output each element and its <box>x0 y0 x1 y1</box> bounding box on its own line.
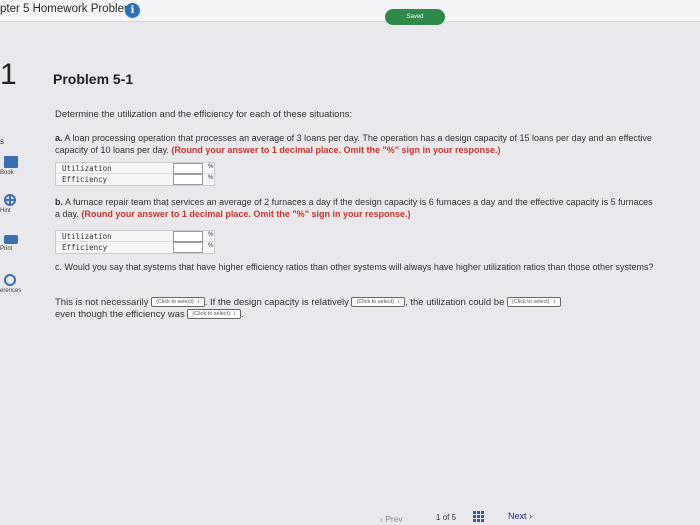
chevron-updown-icon: ↕ <box>552 299 556 306</box>
pagination-footer: ‹ Prev 1 of 5 Next › <box>370 508 570 525</box>
chevron-updown-icon: ↕ <box>196 299 200 306</box>
chevron-updown-icon: ↕ <box>397 299 401 306</box>
page-indicator: 1 of 5 <box>436 513 456 522</box>
sidebar: 1 s Book Hint Print erences <box>0 22 30 525</box>
part-b-utilization-unit: % <box>208 232 214 238</box>
problem-title: Problem 5-1 <box>53 71 134 87</box>
part-a-utilization-unit: % <box>208 164 214 170</box>
part-c-text: c. Would you say that systems that have … <box>55 262 655 274</box>
hint-icon <box>4 194 16 206</box>
part-b-letter: b. <box>55 197 63 207</box>
sidebar-item-label: Hint <box>0 208 11 214</box>
part-a-instruction: (Round your answer to 1 decimal place. O… <box>171 144 501 155</box>
part-b-utilization-input[interactable] <box>173 231 203 242</box>
sidebar-item-label: Book <box>0 170 14 176</box>
prev-label: Prev <box>385 514 403 524</box>
page-of: of <box>442 513 450 522</box>
select-placeholder: (Click to select) <box>356 299 395 306</box>
assignment-title: pter 5 Homework Problems <box>0 3 140 15</box>
saved-badge: Saved <box>385 9 445 25</box>
part-c-question: Would you say that systems that have hig… <box>64 262 654 272</box>
answer-text-4: even though the efficiency was <box>55 309 185 320</box>
part-a-letter: a. <box>55 133 63 143</box>
answer-select-2[interactable]: (Click to select) ↕ <box>351 297 406 308</box>
question-number: 1 <box>0 58 17 91</box>
page-total: 5 <box>451 513 457 522</box>
part-b-text: b. A furnace repair team that services a… <box>55 197 655 220</box>
answer-select-3[interactable]: (Click to select) ↕ <box>507 297 561 308</box>
next-button[interactable]: Next › <box>508 511 532 521</box>
sidebar-mark: s <box>0 137 4 146</box>
answer-text-1: This is not necessarily <box>55 297 149 308</box>
info-icon[interactable]: i <box>125 3 140 18</box>
header-bar: pter 5 Homework Problems i <box>0 0 700 22</box>
book-icon <box>4 156 18 168</box>
part-b-inputs <box>173 231 203 253</box>
sidebar-item-print[interactable]: Print <box>0 233 28 252</box>
part-b-efficiency-input[interactable] <box>173 242 203 253</box>
select-placeholder: (Click to select) <box>156 299 194 306</box>
part-a-inputs <box>173 163 203 185</box>
part-a-efficiency-unit: % <box>208 175 214 181</box>
page-current: 1 <box>436 513 441 522</box>
part-a-utilization-input[interactable] <box>173 163 203 174</box>
answer-text-5: . <box>240 309 244 320</box>
sidebar-item-book[interactable]: Book <box>0 156 28 176</box>
prev-button[interactable]: ‹ Prev <box>380 514 403 524</box>
answer-text-3: , the utilization could be <box>405 297 505 308</box>
part-a-text: a. A loan processing operation that proc… <box>55 133 655 156</box>
print-icon <box>4 235 18 244</box>
chevron-updown-icon: ↕ <box>232 311 236 318</box>
select-placeholder: (Click to select) <box>512 299 550 306</box>
chevron-right-icon: › <box>526 511 533 521</box>
part-c-letter: c. <box>55 262 63 272</box>
sidebar-item-label: Print <box>0 246 13 252</box>
answer-text-2: . If the design capacity is relatively <box>204 297 349 308</box>
next-label: Next <box>508 511 527 521</box>
sidebar-item-references[interactable]: erences <box>0 274 28 294</box>
sidebar-item-hint[interactable]: Hint <box>0 194 28 214</box>
problem-intro: Determine the utilization and the effici… <box>55 109 353 120</box>
part-c-answer: This is not necessarily (Click to select… <box>55 297 655 321</box>
part-a-efficiency-input[interactable] <box>173 174 203 185</box>
select-placeholder: (Click to select) <box>192 311 230 318</box>
sidebar-item-label: erences <box>0 288 22 294</box>
answer-select-1[interactable]: (Click to select) ↕ <box>151 297 205 308</box>
part-b-efficiency-unit: % <box>208 243 214 249</box>
answer-select-4[interactable]: (Click to select) ↕ <box>187 309 241 320</box>
references-icon <box>4 274 16 286</box>
part-b-instruction: (Round your answer to 1 decimal place. O… <box>81 208 411 219</box>
grid-icon[interactable] <box>473 511 485 522</box>
